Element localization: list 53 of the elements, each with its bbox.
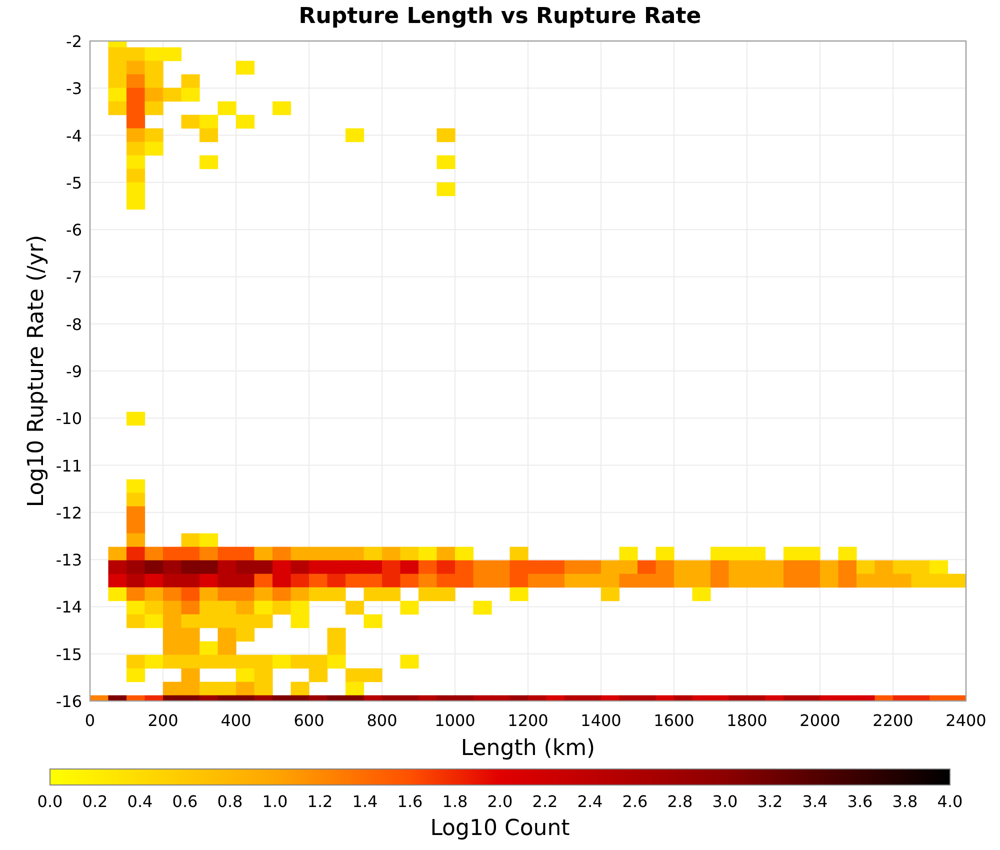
scale-tick-label: 3.2 (757, 792, 783, 811)
scale-tick-label: 1.8 (442, 792, 468, 811)
x-tick-label: 2000 (800, 711, 840, 730)
scale-tick-label: 3.6 (847, 792, 873, 811)
scale-tick-label: 0.8 (217, 792, 243, 811)
y-tick-label: -6 (66, 220, 82, 240)
y-tick-label: -9 (66, 362, 82, 381)
y-tick-label: -3 (66, 79, 82, 98)
x-tick-label: 400 (220, 711, 252, 730)
x-tick-label: 800 (366, 711, 398, 730)
x-tick-label: 2200 (872, 711, 914, 730)
y-tick-label: -16 (56, 692, 82, 711)
x-tick-label: 600 (294, 711, 324, 730)
y-tick-label: -13 (56, 550, 82, 570)
scale-tick-label: 2.2 (532, 792, 558, 811)
scale-tick-label: 0.0 (37, 792, 63, 811)
y-tick-label: -11 (56, 456, 82, 476)
scale-tick-label: 2.6 (622, 792, 648, 811)
scale-tick-label: 0.6 (172, 792, 198, 811)
scale-tick-label: 1.2 (307, 792, 333, 811)
scale-label: Log10 Count (430, 816, 570, 841)
x-tick-label: 1000 (434, 711, 476, 730)
y-tick-label: -8 (66, 314, 82, 334)
chart-title: Rupture Length vs Rupture Rate (298, 4, 702, 29)
y-tick-label: -5 (66, 173, 82, 192)
scale-tick-label: 1.0 (262, 792, 288, 811)
x-tick-label: 1200 (508, 711, 548, 730)
y-tick-label: -15 (56, 644, 82, 664)
scale-tick-label: 2.8 (667, 792, 693, 811)
scale-tick-label: 2.0 (487, 792, 513, 811)
y-tick-label: -2 (66, 32, 82, 51)
x-axis-label: Length (km) (460, 736, 596, 761)
scale-tick-label: 1.4 (352, 792, 378, 811)
x-tick-label: 0 (84, 711, 96, 730)
y-tick-label: -14 (56, 598, 82, 617)
x-tick-label: 1800 (726, 711, 768, 730)
y-tick-label: -4 (66, 126, 82, 146)
scale-tick-label: 0.2 (82, 792, 108, 811)
y-tick-label: -10 (56, 409, 82, 428)
x-tick-label: 200 (148, 711, 178, 730)
scale-tick-label: 4.0 (937, 792, 963, 811)
x-tick-label: 1400 (580, 711, 622, 730)
y-tick-label: -7 (66, 268, 82, 287)
scale-tick-label: 0.4 (127, 792, 153, 811)
x-tick-label: 1600 (654, 711, 694, 730)
scale-tick-label: 3.0 (712, 792, 738, 811)
scale-tick-label: 1.6 (397, 792, 423, 811)
y-axis-label: Log10 Rupture Rate (/yr) (24, 234, 49, 508)
x-tick-label: 2400 (946, 711, 986, 730)
scale-tick-label: 3.4 (802, 792, 828, 811)
y-tick-label: -12 (56, 503, 82, 522)
scale-tick-label: 2.4 (577, 792, 603, 811)
scale-tick-label: 3.8 (892, 792, 918, 811)
